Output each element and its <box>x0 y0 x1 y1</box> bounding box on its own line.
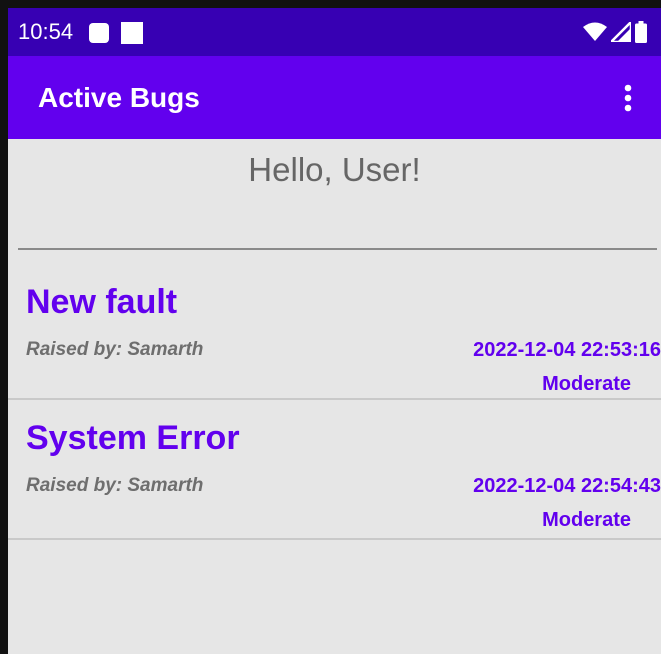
bug-title: New fault <box>26 283 178 321</box>
overflow-menu-button[interactable] <box>608 76 648 120</box>
bug-list-item[interactable]: New fault Raised by: Samarth 2022-12-04 … <box>8 264 661 400</box>
device-frame-left <box>0 0 8 654</box>
bug-title: System Error <box>26 419 240 457</box>
status-time: 10:54 <box>18 19 74 44</box>
bug-list-item[interactable]: System Error Raised by: Samarth 2022-12-… <box>8 400 661 540</box>
more-vert-icon <box>624 84 632 112</box>
greeting-text: Hello, User! <box>248 151 421 188</box>
bug-timestamp: 2022-12-04 22:53:16 <box>473 339 661 361</box>
bug-severity: Moderate <box>542 373 631 395</box>
battery-icon <box>635 21 647 43</box>
bug-timestamp: 2022-12-04 22:54:43 <box>473 475 661 497</box>
notification-square-icon <box>121 22 143 44</box>
bug-list: New fault Raised by: Samarth 2022-12-04 … <box>8 264 661 540</box>
signal-icon <box>611 22 631 42</box>
bug-raised-by: Raised by: Samarth <box>26 339 204 360</box>
bug-severity: Moderate <box>542 509 631 531</box>
wifi-icon <box>583 22 607 41</box>
device-frame-top <box>0 0 661 8</box>
header-divider <box>18 248 657 250</box>
app-title: Active Bugs <box>38 82 200 113</box>
notification-square-icon <box>89 23 109 43</box>
app-bar: Active Bugs <box>8 56 661 139</box>
status-icons <box>583 18 647 46</box>
bug-raised-by: Raised by: Samarth <box>26 475 204 496</box>
status-bar: 10:54 <box>8 8 661 56</box>
app-screen: 10:54 Active Bugs Hello, User! New fault… <box>8 8 661 654</box>
